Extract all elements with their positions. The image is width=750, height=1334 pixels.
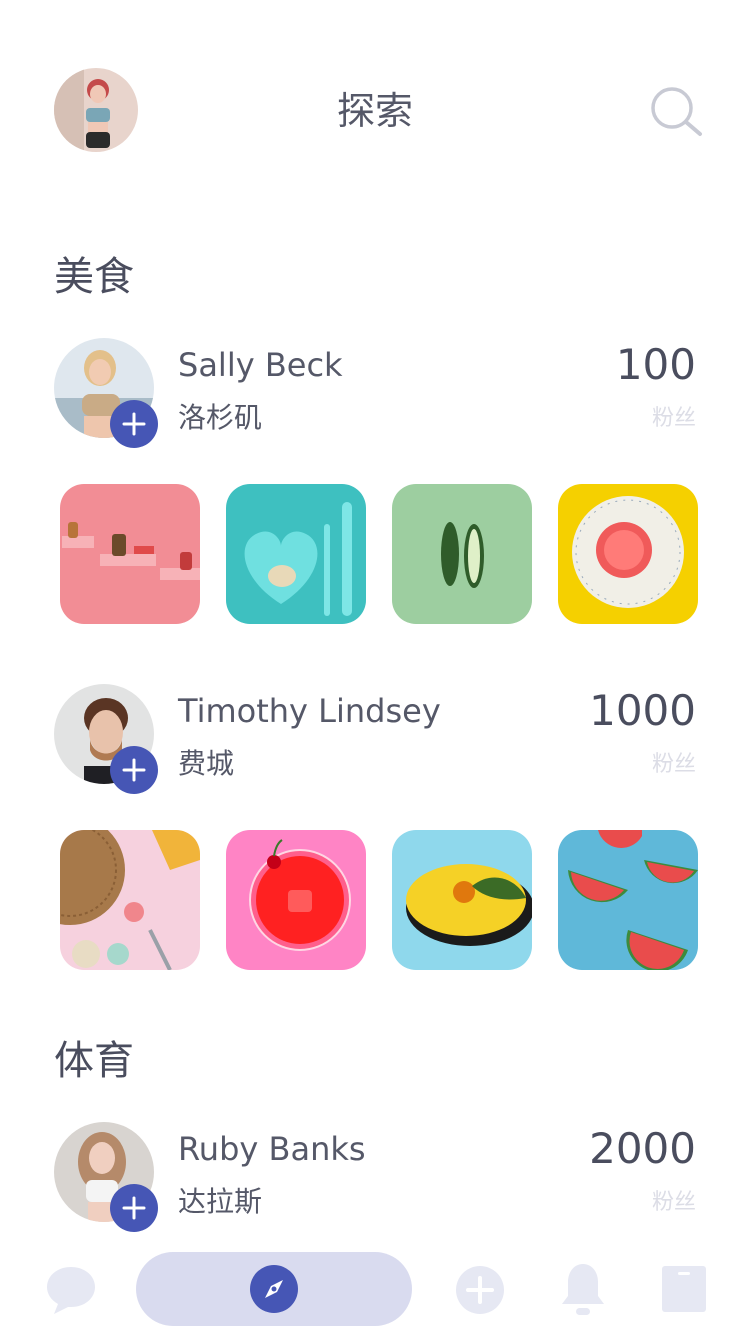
bottom-nav — [0, 1250, 750, 1334]
plus-icon — [122, 1196, 146, 1220]
user-row[interactable]: Sally Beck 洛杉矶 100 粉丝 — [0, 338, 750, 448]
photo-thumbnail[interactable] — [226, 484, 366, 624]
plus-icon — [122, 412, 146, 436]
user-city: 洛杉矶 — [178, 401, 263, 434]
photo-thumbnail[interactable] — [60, 830, 200, 970]
photo-thumbnail[interactable] — [392, 484, 532, 624]
bell-icon[interactable] — [560, 1262, 606, 1322]
search-icon[interactable] — [648, 84, 704, 140]
compass-icon[interactable] — [250, 1265, 298, 1317]
follow-add-button[interactable] — [110, 746, 158, 794]
user-name[interactable]: Ruby Banks — [178, 1130, 366, 1168]
photo-thumbnail[interactable] — [60, 484, 200, 624]
section-title-food: 美食 — [54, 254, 134, 300]
fans-label: 粉丝 — [651, 406, 696, 431]
section-title-sports: 体育 — [54, 1038, 134, 1084]
photo-row — [60, 484, 700, 624]
user-row[interactable]: Timothy Lindsey 费城 1000 粉丝 — [0, 684, 750, 794]
plus-icon — [122, 758, 146, 782]
page-title: 探索 — [336, 89, 413, 133]
photo-thumbnail[interactable] — [392, 830, 532, 970]
fans-label: 粉丝 — [651, 1190, 696, 1215]
photo-thumbnail[interactable] — [558, 830, 698, 970]
fans-label: 粉丝 — [651, 752, 696, 777]
fans-count: 100 — [615, 340, 696, 389]
user-name[interactable]: Sally Beck — [178, 346, 343, 384]
user-row[interactable]: Ruby Banks 达拉斯 2000 粉丝 — [0, 1122, 750, 1232]
photo-thumbnail[interactable] — [558, 484, 698, 624]
plus-circle-icon[interactable] — [456, 1266, 504, 1318]
user-name[interactable]: Timothy Lindsey — [178, 692, 441, 730]
user-city: 费城 — [178, 747, 235, 780]
bookmark-icon[interactable] — [662, 1266, 706, 1316]
fans-count: 1000 — [589, 686, 696, 735]
chat-bubble-icon[interactable] — [44, 1264, 98, 1320]
follow-add-button[interactable] — [110, 1184, 158, 1232]
fans-count: 2000 — [589, 1124, 696, 1173]
photo-thumbnail[interactable] — [226, 830, 366, 970]
photo-row — [60, 830, 700, 970]
follow-add-button[interactable] — [110, 400, 158, 448]
user-city: 达拉斯 — [178, 1185, 263, 1218]
